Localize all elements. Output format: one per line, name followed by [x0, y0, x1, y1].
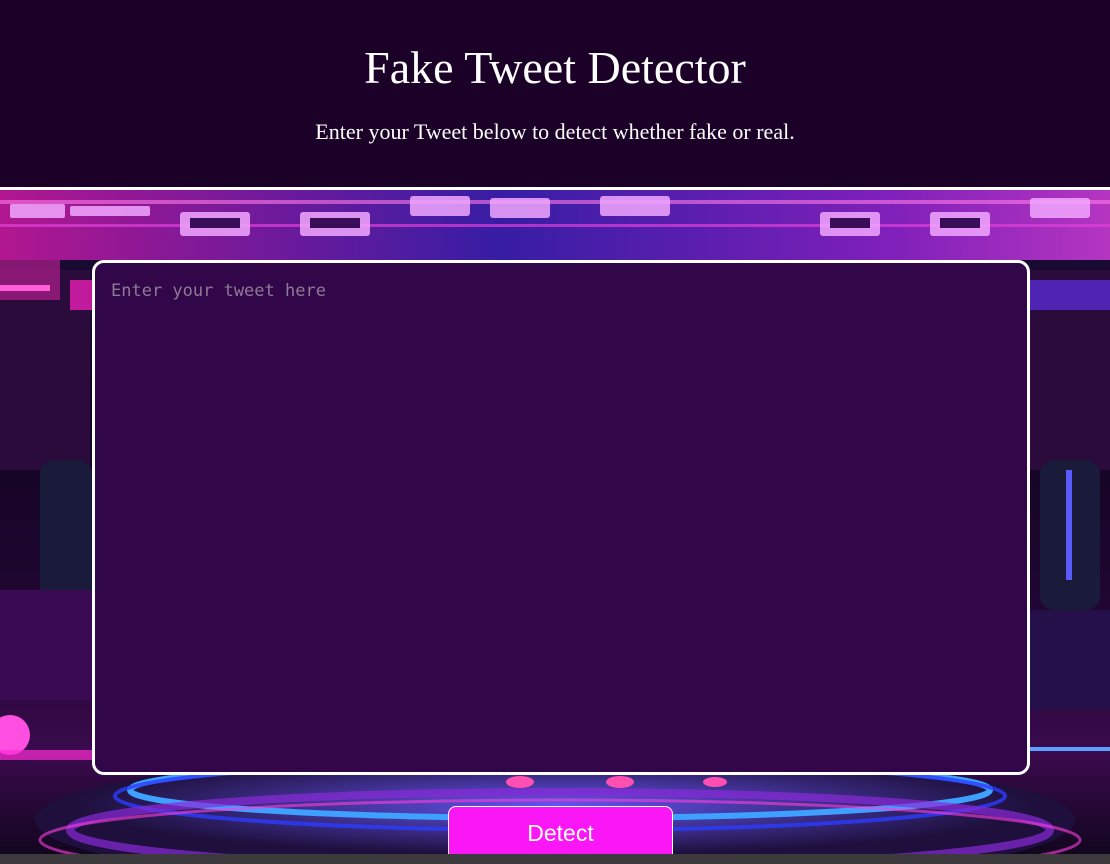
page-title: Fake Tweet Detector: [364, 42, 746, 93]
page-subtitle: Enter your Tweet below to detect whether…: [315, 119, 795, 144]
tweet-input-container: [92, 260, 1030, 775]
tweet-input[interactable]: [92, 260, 1030, 775]
page-header: Fake Tweet Detector Enter your Tweet bel…: [0, 0, 1110, 190]
bottom-bar: [0, 854, 1110, 864]
